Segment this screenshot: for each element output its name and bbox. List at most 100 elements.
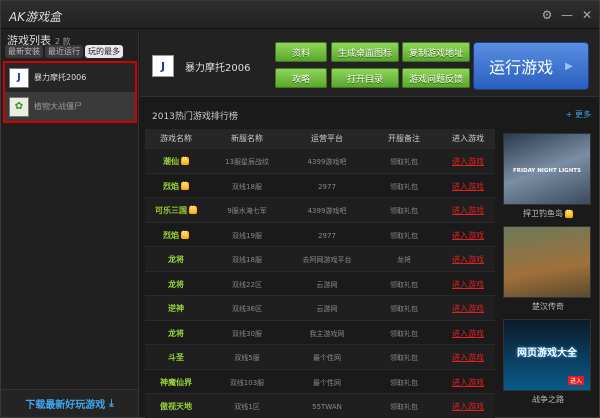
feedback-button[interactable]: 游戏问题反馈 xyxy=(402,68,470,88)
note-cell-text: 龙将 xyxy=(397,256,411,265)
game-name-cell[interactable]: 可乐三国热 xyxy=(145,203,207,216)
enter-game-link[interactable]: 进入游戏 xyxy=(441,350,495,363)
enter-game-link[interactable]: 进入游戏 xyxy=(441,277,495,290)
ad-image-text: FRIDAY NIGHT LIGHTS xyxy=(512,168,582,174)
enter-game-link-text: 进入游戏 xyxy=(452,206,484,216)
platform-cell-text: 云游网 xyxy=(316,280,338,289)
game-list: J 暴力摩托2006 ✿ 植物大战僵尸 xyxy=(3,61,137,123)
game-name-cell-text: 龙将 xyxy=(168,328,184,338)
note-cell[interactable]: 领取礼包 xyxy=(367,154,441,167)
note-cell[interactable]: 领取礼包 xyxy=(367,375,441,388)
platform-cell: 2977 xyxy=(287,179,367,192)
platform-cell: 4399游戏吧 xyxy=(287,154,367,167)
game-item-label: 暴力摩托2006 xyxy=(34,73,87,82)
enter-game-link[interactable]: 进入游戏 xyxy=(441,326,495,339)
game-name-cell[interactable]: 神魔仙界 xyxy=(145,375,207,388)
ad-image[interactable]: FRIDAY NIGHT LIGHTS xyxy=(503,133,591,205)
platform-cell-text: 最个性网 xyxy=(313,378,341,387)
note-cell-text: 领取礼包 xyxy=(390,378,418,387)
note-cell[interactable]: 领取礼包 xyxy=(367,179,441,192)
note-cell[interactable]: 领取礼包 xyxy=(367,277,441,290)
column-header: 进入游戏 xyxy=(452,134,484,143)
game-name-cell[interactable]: 斗圣 xyxy=(145,350,207,363)
enter-game-link-text: 进入游戏 xyxy=(452,157,484,167)
game-name-cell[interactable]: 龙将 xyxy=(145,252,207,265)
game-name-cell[interactable]: 龙将 xyxy=(145,277,207,290)
platform-cell: 最个性网 xyxy=(287,350,367,363)
enter-game-link[interactable]: 进入游戏 xyxy=(441,203,495,216)
more-link[interactable]: + 更多 xyxy=(566,109,591,120)
platform-cell-text: 2977 xyxy=(318,182,336,191)
table-row: 龙将 双线18服 去阿网游戏平台 龙将 进入游戏 xyxy=(145,247,495,272)
ad-caption[interactable]: 战争之路 xyxy=(503,394,593,406)
tab-most-played[interactable]: 玩的最多 xyxy=(85,45,123,58)
hot-badge: 热 xyxy=(188,206,197,215)
platform-cell: 最个性网 xyxy=(287,375,367,388)
note-cell[interactable]: 龙将 xyxy=(367,252,441,265)
enter-game-link[interactable]: 进入游戏 xyxy=(441,399,495,412)
ad-caption[interactable]: 捍卫钓鱼岛热 xyxy=(503,208,593,220)
guide-button[interactable]: 攻略 xyxy=(275,68,327,88)
run-game-button[interactable]: 运行游戏 ▶ xyxy=(473,42,589,90)
moto-icon: J xyxy=(152,55,174,77)
settings-icon[interactable]: ⚙ xyxy=(539,7,555,23)
server-cell: 13服星辰战纹 xyxy=(207,154,287,167)
enter-game-link[interactable]: 进入游戏 xyxy=(441,301,495,314)
create-shortcut-button[interactable]: 生成桌面图标 xyxy=(331,42,399,62)
hot-badge: 热 xyxy=(564,209,573,218)
ad-caption-label: 楚汉传奇 xyxy=(532,302,564,311)
note-cell[interactable]: 领取礼包 xyxy=(367,301,441,314)
ad-caption[interactable]: 楚汉传奇 xyxy=(503,301,593,313)
game-name-cell-text: 龙将 xyxy=(168,255,184,265)
open-folder-button[interactable]: 打开目录 xyxy=(331,68,399,88)
note-cell-text: 领取礼包 xyxy=(390,182,418,191)
game-item-moto[interactable]: J 暴力摩托2006 xyxy=(5,63,135,92)
note-cell[interactable]: 领取礼包 xyxy=(367,326,441,339)
platform-cell-text: 4399游戏吧 xyxy=(307,158,347,167)
platform-cell: 2977 xyxy=(287,228,367,241)
game-item-plants[interactable]: ✿ 植物大战僵尸 xyxy=(5,92,135,121)
note-cell[interactable]: 领取礼包 xyxy=(367,350,441,363)
tab-recent-run[interactable]: 最近运行 xyxy=(45,45,83,58)
tab-recent-install[interactable]: 最新安装 xyxy=(5,45,43,58)
ad-enter-button[interactable]: 进入 xyxy=(567,376,584,385)
ad-image[interactable] xyxy=(503,226,591,298)
info-button[interactable]: 资料 xyxy=(275,42,327,62)
note-cell[interactable]: 领取礼包 xyxy=(367,399,441,412)
note-cell[interactable]: 领取礼包 xyxy=(367,203,441,216)
game-name-cell[interactable]: 龙将 xyxy=(145,326,207,339)
platform-cell-text: 2977 xyxy=(318,231,336,240)
copy-address-button[interactable]: 复制游戏地址 xyxy=(402,42,470,62)
sidebar: 游戏列表 2 款 最新安装 最近运行 玩的最多 J 暴力摩托2006 ✿ 植物大战… xyxy=(1,29,139,417)
game-name-cell[interactable]: 潮仙热 xyxy=(145,154,207,167)
enter-game-link[interactable]: 进入游戏 xyxy=(441,228,495,241)
enter-game-link-text: 进入游戏 xyxy=(452,181,484,191)
game-name-cell[interactable]: 烈焰热 xyxy=(145,228,207,241)
enter-game-link[interactable]: 进入游戏 xyxy=(441,179,495,192)
game-name-cell[interactable]: 烈焰热 xyxy=(145,179,207,192)
title-bar[interactable]: AK游戏盒 ⚙ — ✕ xyxy=(1,1,599,29)
note-cell-text: 领取礼包 xyxy=(390,329,418,338)
game-name-cell[interactable]: 傲视天地 xyxy=(145,399,207,412)
enter-game-link-text: 进入游戏 xyxy=(452,328,484,338)
game-name-cell[interactable]: 逆神 xyxy=(145,301,207,314)
table-row: 傲视天地 双线1区 55TWAN 领取礼包 进入游戏 xyxy=(145,394,495,418)
minimize-icon[interactable]: — xyxy=(559,7,575,23)
note-cell[interactable]: 领取礼包 xyxy=(367,228,441,241)
game-name-cell-text: 傲视天地 xyxy=(160,402,192,412)
enter-game-link[interactable]: 进入游戏 xyxy=(441,252,495,265)
download-arrow-icon: ⤓ xyxy=(109,398,114,409)
moto-icon: J xyxy=(9,67,29,88)
game-name-cell-text: 斗圣 xyxy=(168,353,184,363)
server-cell-text: 9服水淹七军 xyxy=(227,207,267,216)
ad-image[interactable]: 网页游戏大全 进入 xyxy=(503,319,591,391)
enter-game-link[interactable]: 进入游戏 xyxy=(441,154,495,167)
game-item-label: 植物大战僵尸 xyxy=(34,102,82,111)
selected-game-title: 暴力摩托2006 xyxy=(185,63,251,74)
close-icon[interactable]: ✕ xyxy=(579,7,595,23)
enter-game-link-text: 进入游戏 xyxy=(452,230,484,240)
enter-game-link[interactable]: 进入游戏 xyxy=(441,375,495,388)
server-cell: 双线30服 xyxy=(207,326,287,339)
download-games-link[interactable]: 下载最新好玩游戏 ⤓ xyxy=(1,389,138,417)
enter-game-link-text: 进入游戏 xyxy=(452,279,484,289)
